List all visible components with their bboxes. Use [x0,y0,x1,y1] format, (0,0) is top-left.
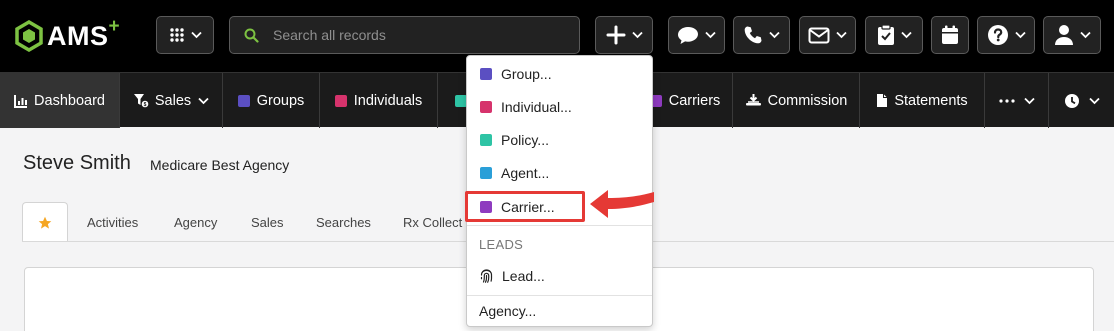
nav-statements-label: Statements [894,92,968,109]
chevron-down-icon [198,97,209,104]
menu-item-lead-label: Lead... [502,268,545,284]
apps-menu-button[interactable] [156,16,214,54]
chart-icon [14,94,28,108]
chevron-down-icon [900,31,912,39]
search-input[interactable] [273,27,563,43]
document-icon [877,94,888,107]
nav-recent[interactable] [1049,73,1114,128]
nav-carriers-label: Carriers [668,92,721,109]
menu-item-individual[interactable]: Individual... [467,92,652,122]
chevron-down-icon [836,31,847,39]
tab-searches[interactable]: Searches [316,202,371,242]
chevron-down-icon [705,31,716,39]
user-menu-button[interactable] [1043,16,1101,54]
svg-text:$: $ [143,102,146,108]
tab-sales[interactable]: Sales [251,202,284,242]
nav-individuals[interactable]: Individuals [320,73,438,128]
groups-color-swatch [237,94,250,107]
clock-icon [1064,93,1079,108]
chevron-down-icon [769,31,780,39]
menu-item-agent[interactable]: Agent... [467,158,652,188]
nav-groups[interactable]: Groups [223,73,320,128]
nav-sales-label: Sales [154,92,192,109]
menu-item-group-label: Group... [501,66,552,82]
menu-item-agent-label: Agent... [501,165,550,181]
tab-activities[interactable]: Activities [87,202,138,242]
more-icon [998,98,1015,103]
logo-text: AMS [47,20,109,51]
chevron-down-icon [1088,97,1100,104]
fingerprint-icon [480,268,493,283]
carrier-highlight-box [465,191,585,222]
menu-item-policy[interactable]: Policy... [467,125,652,155]
page-subtitle: Medicare Best Agency [150,157,290,173]
policy-color-swatch [480,134,492,146]
messages-button[interactable] [668,16,725,54]
menu-item-individual-label: Individual... [501,99,572,115]
group-color-swatch [480,68,492,80]
chevron-down-icon [631,31,643,39]
nav-statements[interactable]: Statements [860,73,985,128]
red-arrow-icon [590,190,654,218]
menu-item-agency[interactable]: Agency... [467,296,652,326]
chevron-down-icon [1023,97,1035,104]
nav-commission-label: Commission [767,92,848,109]
nav-commission[interactable]: Commission [733,73,860,128]
phone-icon [744,26,762,44]
menu-divider [467,225,652,226]
logo-plus: + [108,16,120,37]
nav-dashboard[interactable]: Dashboard [0,73,120,128]
calendar-button[interactable] [931,16,969,54]
chevron-down-icon [190,31,202,39]
user-icon [1054,25,1073,45]
global-search[interactable] [229,16,580,54]
menu-item-agency-label: Agency... [479,303,537,319]
nav-groups-label: Groups [256,92,305,109]
hexagon-logo-icon [15,20,43,52]
menu-item-group[interactable]: Group... [467,59,652,89]
create-new-button[interactable] [595,16,653,54]
individuals-color-swatch [334,94,347,107]
clipboard-check-icon [877,24,894,45]
tab-rx-collect[interactable]: Rx Collect F [403,202,474,242]
phone-button[interactable] [733,16,790,54]
nav-dashboard-label: Dashboard [34,92,105,109]
help-button[interactable] [977,16,1035,54]
question-circle-icon [987,25,1008,45]
sales-filter-icon: $ [133,94,149,108]
chat-bubble-icon [678,26,698,44]
page-title: Steve Smith [23,152,131,174]
tasks-button[interactable] [865,16,923,54]
nav-more[interactable] [985,73,1049,128]
tab-favorites[interactable] [22,202,68,242]
email-button[interactable] [799,16,856,54]
plus-icon [606,25,625,45]
envelope-icon [808,27,830,43]
chevron-down-icon [1079,31,1091,39]
menu-item-policy-label: Policy... [501,132,549,148]
nav-individuals-label: Individuals [353,92,423,109]
tab-agency[interactable]: Agency [174,202,217,242]
app-logo[interactable]: AMS + [14,16,120,52]
menu-item-lead[interactable]: Lead... [467,261,652,291]
chevron-down-icon [1014,31,1026,39]
grid-icon [169,28,184,42]
calendar-icon [942,25,958,44]
agent-color-swatch [480,167,492,179]
star-icon [38,216,52,229]
nav-sales[interactable]: $ Sales [120,73,223,128]
commission-icon [745,94,761,106]
search-icon [244,28,259,43]
individual-color-swatch [480,101,492,113]
leads-section-header: LEADS [479,237,524,252]
